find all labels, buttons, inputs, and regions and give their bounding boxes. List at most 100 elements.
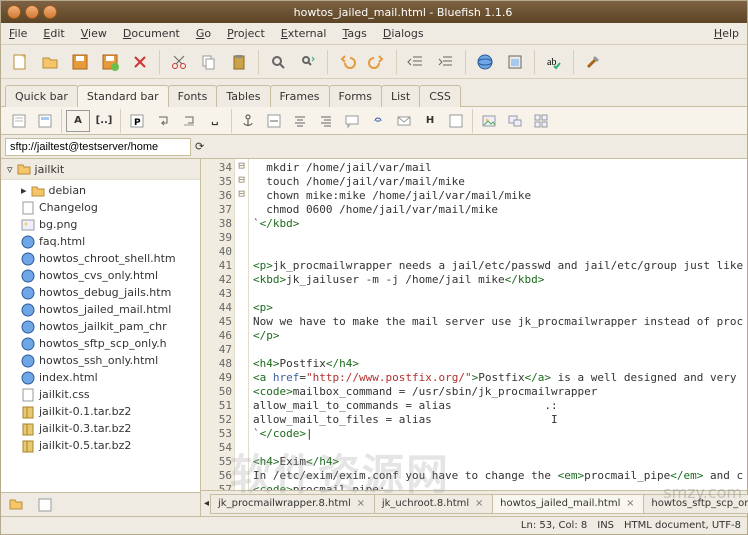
- br-clear-button[interactable]: [177, 110, 201, 132]
- svg-text:P: P: [134, 118, 141, 128]
- tab-forms[interactable]: Forms: [329, 85, 382, 107]
- watermark-url: smzy.com: [663, 483, 742, 502]
- sidebar: ▿ jailkit ▸ debianChangelogbg.pngfaq.htm…: [1, 159, 201, 516]
- menu-document[interactable]: Document: [115, 24, 188, 43]
- standard-bar: A [..] P ␣ H: [1, 107, 747, 135]
- insert-mode: INS: [597, 520, 614, 531]
- body-icon[interactable]: [33, 110, 57, 132]
- tool-tabbar: Quick barStandard barFontsTablesFramesFo…: [1, 79, 747, 107]
- close-icon[interactable]: ×: [355, 498, 367, 510]
- save-as-icon[interactable]: [97, 49, 123, 75]
- thumb-button[interactable]: [503, 110, 527, 132]
- address-input[interactable]: [5, 138, 191, 156]
- bold-button[interactable]: A: [66, 110, 90, 132]
- scroll-left-icon[interactable]: ◂: [203, 493, 210, 515]
- doc-tab[interactable]: jk_uchroot.8.html×: [374, 494, 493, 514]
- file-item[interactable]: howtos_jailkit_pam_chr: [3, 318, 198, 335]
- h2-button[interactable]: [444, 110, 468, 132]
- link-button[interactable]: [366, 110, 390, 132]
- window-min-icon[interactable]: [25, 5, 39, 19]
- find-replace-icon[interactable]: [295, 49, 321, 75]
- file-item[interactable]: howtos_jailed_mail.html: [3, 301, 198, 318]
- file-item[interactable]: ▸ debian: [3, 182, 198, 199]
- tab-quick-bar[interactable]: Quick bar: [5, 85, 78, 107]
- nbsp-button[interactable]: ␣: [203, 110, 227, 132]
- menu-dialogs[interactable]: Dialogs: [375, 24, 432, 43]
- hr-button[interactable]: [262, 110, 286, 132]
- file-item[interactable]: howtos_debug_jails.htm: [3, 284, 198, 301]
- paste-icon[interactable]: [226, 49, 252, 75]
- bookmarks-tab-icon[interactable]: [33, 494, 57, 516]
- current-folder: jailkit: [35, 163, 65, 176]
- file-item[interactable]: bg.png: [3, 216, 198, 233]
- brackets-button[interactable]: [..]: [92, 110, 116, 132]
- file-item[interactable]: howtos_ssh_only.html: [3, 352, 198, 369]
- tab-fonts[interactable]: Fonts: [168, 85, 218, 107]
- browser-preview-icon[interactable]: [472, 49, 498, 75]
- right-button[interactable]: [314, 110, 338, 132]
- menubar: FileEditViewDocumentGoProjectExternalTag…: [1, 23, 747, 45]
- window-close-icon[interactable]: [7, 5, 21, 19]
- tab-standard-bar[interactable]: Standard bar: [77, 85, 169, 107]
- file-item[interactable]: jailkit-0.5.tar.bz2: [3, 437, 198, 454]
- menu-view[interactable]: View: [73, 24, 115, 43]
- center-button[interactable]: [288, 110, 312, 132]
- h-button[interactable]: H: [418, 110, 442, 132]
- unindent-icon[interactable]: [403, 49, 429, 75]
- close-file-icon[interactable]: [127, 49, 153, 75]
- redo-icon[interactable]: [364, 49, 390, 75]
- undo-icon[interactable]: [334, 49, 360, 75]
- quickstart-icon[interactable]: [7, 110, 31, 132]
- file-item[interactable]: jailkit-0.1.tar.bz2: [3, 403, 198, 420]
- comment-button[interactable]: [340, 110, 364, 132]
- fullscreen-icon[interactable]: [502, 49, 528, 75]
- menu-project[interactable]: Project: [219, 24, 273, 43]
- code-editor[interactable]: 34 35 36 37 38 39 40 41 42 43 44 45 46 4…: [201, 159, 747, 490]
- menu-help[interactable]: Help: [706, 24, 747, 43]
- window-max-icon[interactable]: [43, 5, 57, 19]
- mail-button[interactable]: [392, 110, 416, 132]
- anchor-icon[interactable]: [236, 110, 260, 132]
- main-toolbar: ab: [1, 45, 747, 79]
- file-tree[interactable]: ▸ debianChangelogbg.pngfaq.htmlhowtos_ch…: [1, 180, 200, 492]
- tab-css[interactable]: CSS: [419, 85, 461, 107]
- spellcheck-icon[interactable]: ab: [541, 49, 567, 75]
- preferences-icon[interactable]: [580, 49, 606, 75]
- close-icon[interactable]: ×: [624, 498, 636, 510]
- menu-external[interactable]: External: [273, 24, 335, 43]
- tab-list[interactable]: List: [381, 85, 420, 107]
- open-file-icon[interactable]: [37, 49, 63, 75]
- file-item[interactable]: jailkit.css: [3, 386, 198, 403]
- cut-icon[interactable]: [166, 49, 192, 75]
- doc-mode: HTML document, UTF-8: [624, 520, 741, 531]
- menu-go[interactable]: Go: [188, 24, 219, 43]
- indent-icon[interactable]: [433, 49, 459, 75]
- new-file-icon[interactable]: [7, 49, 33, 75]
- copy-icon[interactable]: [196, 49, 222, 75]
- p-button[interactable]: P: [125, 110, 149, 132]
- file-item[interactable]: howtos_sftp_scp_only.h: [3, 335, 198, 352]
- menu-file[interactable]: File: [1, 24, 35, 43]
- doc-tab[interactable]: jk_procmailwrapper.8.html×: [210, 494, 375, 514]
- multithumb-button[interactable]: [529, 110, 553, 132]
- file-item[interactable]: index.html: [3, 369, 198, 386]
- refresh-icon[interactable]: ⟳: [195, 140, 204, 153]
- folder-icon: [17, 162, 31, 176]
- br-button[interactable]: [151, 110, 175, 132]
- doc-tab[interactable]: howtos_jailed_mail.html×: [492, 494, 644, 514]
- image-button[interactable]: [477, 110, 501, 132]
- filebrowser-tab-icon[interactable]: [5, 494, 29, 516]
- file-item[interactable]: jailkit-0.3.tar.bz2: [3, 420, 198, 437]
- file-item[interactable]: howtos_cvs_only.html: [3, 267, 198, 284]
- find-icon[interactable]: [265, 49, 291, 75]
- tab-frames[interactable]: Frames: [270, 85, 330, 107]
- menu-tags[interactable]: Tags: [334, 24, 374, 43]
- save-file-icon[interactable]: [67, 49, 93, 75]
- file-item[interactable]: howtos_chroot_shell.htm: [3, 250, 198, 267]
- file-item[interactable]: Changelog: [3, 199, 198, 216]
- collapse-icon[interactable]: ▿: [7, 163, 13, 176]
- menu-edit[interactable]: Edit: [35, 24, 72, 43]
- file-item[interactable]: faq.html: [3, 233, 198, 250]
- close-icon[interactable]: ×: [473, 498, 485, 510]
- tab-tables[interactable]: Tables: [216, 85, 270, 107]
